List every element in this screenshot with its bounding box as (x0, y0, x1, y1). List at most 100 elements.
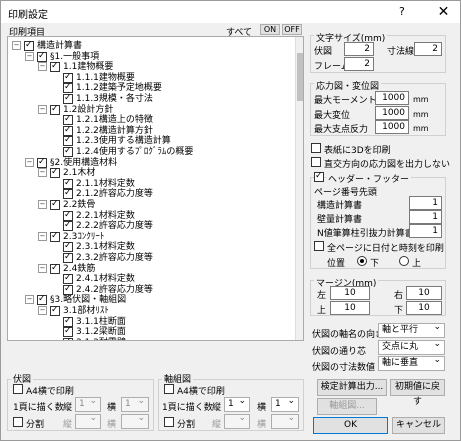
axis-frame-button[interactable]: 軸組図... (317, 398, 377, 415)
disp-input[interactable]: 1000 (375, 106, 409, 120)
dim-label: 伏図の寸法数値 (312, 363, 376, 373)
tree-item-checkbox[interactable] (63, 114, 73, 126)
tree-collapse-toggle[interactable]: − (38, 104, 47, 114)
header-footer-checkbox[interactable] (314, 171, 324, 182)
print-items-tree[interactable]: −構造計算書−§1.一般事項−1.1建物概要1.1.1建物概要1.1.2建築予定… (7, 36, 304, 341)
orthogonal-checkbox[interactable] (311, 157, 321, 167)
fukuzu-tate-label: 縦 (63, 403, 73, 413)
tree-scroll-thumb[interactable] (297, 53, 303, 101)
n-page-input[interactable]: 1 (409, 224, 442, 238)
font-sunpo-input[interactable]: 2 (414, 42, 442, 56)
tree-item-checkbox[interactable] (63, 93, 73, 104)
tree-item-checkbox[interactable] (50, 199, 60, 210)
tree-item-checkbox[interactable] (50, 231, 60, 242)
all-off-button[interactable]: OFF (282, 24, 302, 35)
tree-collapse-toggle[interactable]: − (38, 231, 47, 241)
tree-item-checkbox[interactable] (63, 220, 73, 232)
tree-item-checkbox[interactable] (63, 337, 73, 340)
tree-item-checkbox[interactable] (50, 61, 60, 73)
tree-item-checkbox[interactable] (63, 72, 73, 83)
tree-item-checkbox[interactable] (24, 40, 34, 51)
wall-page-label: 壁量計算書 (317, 215, 363, 225)
margin-bottom-input[interactable]: 10 (406, 301, 442, 315)
cancel-button[interactable]: キャンセル (392, 417, 445, 434)
tree-collapse-toggle[interactable]: − (25, 51, 34, 61)
tree-item-checkbox[interactable] (63, 316, 73, 327)
margin-top-input[interactable]: 10 (330, 301, 370, 315)
jikugumi-tate-label: 縦 (212, 403, 222, 413)
tree-collapse-toggle[interactable]: − (38, 168, 47, 178)
tree-item-checkbox[interactable] (63, 146, 73, 157)
cover-3d-label: 表紙に3Dを印刷 (324, 146, 391, 156)
tree-item-checkbox[interactable] (63, 188, 73, 200)
window-title: 印刷設定 (8, 10, 48, 21)
tree-item-checkbox[interactable] (50, 305, 60, 316)
jikugumi-split-tate-select[interactable] (224, 412, 250, 429)
tree-collapse-toggle[interactable]: − (25, 295, 34, 305)
moment-label: 最大モーメント (314, 96, 377, 106)
tree-collapse-toggle[interactable]: − (25, 157, 34, 167)
fukuzu-split-yoko-select[interactable] (121, 412, 149, 429)
title-bar: 印刷設定 ? ✕ (1, 1, 460, 23)
fukuzu-yoko-select[interactable]: 1 (121, 395, 149, 412)
tree-item-checkbox[interactable] (37, 51, 47, 62)
page-start-label: ページ番号先頭 (314, 188, 377, 198)
tree-item-checkbox[interactable] (63, 241, 73, 253)
font-frame-input[interactable]: 2 (344, 57, 374, 71)
help-button[interactable]: ? (399, 5, 405, 18)
axis-dir-select[interactable]: 軸と平行 (378, 321, 445, 338)
fukuzu-tate-select[interactable]: 1 (75, 395, 101, 412)
header-footer-label: ヘッダー・フッター (326, 172, 412, 185)
margin-right-input[interactable]: 10 (406, 286, 442, 300)
tree-item-checkbox[interactable] (50, 167, 60, 179)
all-on-button[interactable]: ON (260, 24, 280, 35)
reset-button[interactable]: 初期値に戻す (390, 379, 445, 407)
fukuzu-split-checkbox[interactable] (13, 417, 23, 427)
jikugumi-tate-select[interactable]: 1 (224, 395, 250, 412)
tree-item-checkbox[interactable] (63, 210, 73, 221)
position-bottom-radio[interactable] (357, 256, 367, 266)
tree-item-checkbox[interactable] (63, 125, 73, 136)
tree-collapse-toggle[interactable]: − (12, 41, 21, 50)
tree-collapse-toggle[interactable]: − (38, 263, 47, 273)
fukuzu-a4-checkbox[interactable] (13, 384, 23, 394)
tree-item-checkbox[interactable] (63, 284, 73, 295)
tree-item-checkbox[interactable] (63, 273, 73, 285)
wall-page-input[interactable]: 1 (409, 210, 442, 224)
reaction-label: 最大支点反力 (314, 125, 369, 135)
font-fukuzu-input[interactable]: 2 (344, 42, 374, 56)
tree-item-label[interactable]: 3.1.3耐震壁 (76, 337, 126, 340)
tree-item-checkbox[interactable] (63, 326, 73, 338)
jikugumi-a4-checkbox[interactable] (164, 384, 174, 394)
tree-collapse-toggle[interactable]: − (38, 200, 47, 209)
tree-collapse-toggle[interactable]: − (38, 306, 47, 315)
datetime-checkbox[interactable] (314, 241, 324, 251)
tree-item-checkbox[interactable] (37, 157, 47, 168)
position-top-radio[interactable] (399, 256, 409, 266)
jikugumi-yoko-select[interactable]: 1 (271, 395, 299, 412)
moment-input[interactable]: 1000 (375, 91, 409, 105)
jikugumi-split-tate-label: 縦 (212, 420, 222, 430)
tree-item-checkbox[interactable] (50, 263, 60, 274)
tree-item-checkbox[interactable] (63, 252, 73, 263)
structure-page-input[interactable]: 1 (409, 196, 442, 210)
tree-item-checkbox[interactable] (50, 104, 60, 115)
tree-collapse-toggle[interactable]: − (38, 62, 47, 72)
tree-item-checkbox[interactable] (63, 82, 73, 94)
fukuzu-split-tate-select[interactable] (75, 412, 101, 429)
close-button[interactable]: ✕ (427, 1, 460, 23)
jikugumi-split-checkbox[interactable] (164, 417, 174, 427)
jikugumi-split-yoko-select[interactable] (271, 412, 299, 429)
margin-left-input[interactable]: 10 (330, 286, 370, 300)
tree-item-checkbox[interactable] (63, 178, 73, 189)
ok-button[interactable]: OK (313, 417, 388, 434)
reaction-input[interactable]: 1000 (375, 120, 409, 134)
tree-item-checkbox[interactable] (37, 294, 47, 306)
tree-item-checkbox[interactable] (63, 135, 73, 147)
cover-3d-checkbox[interactable] (311, 143, 321, 153)
margin-left-label: 左 (317, 291, 327, 301)
tree-scrollbar[interactable] (295, 37, 303, 340)
xp-select[interactable]: 交点に丸 (378, 338, 445, 355)
export-button[interactable]: 検定計算出力... (317, 379, 387, 396)
dim-select[interactable]: 軸に垂直 (378, 354, 445, 371)
